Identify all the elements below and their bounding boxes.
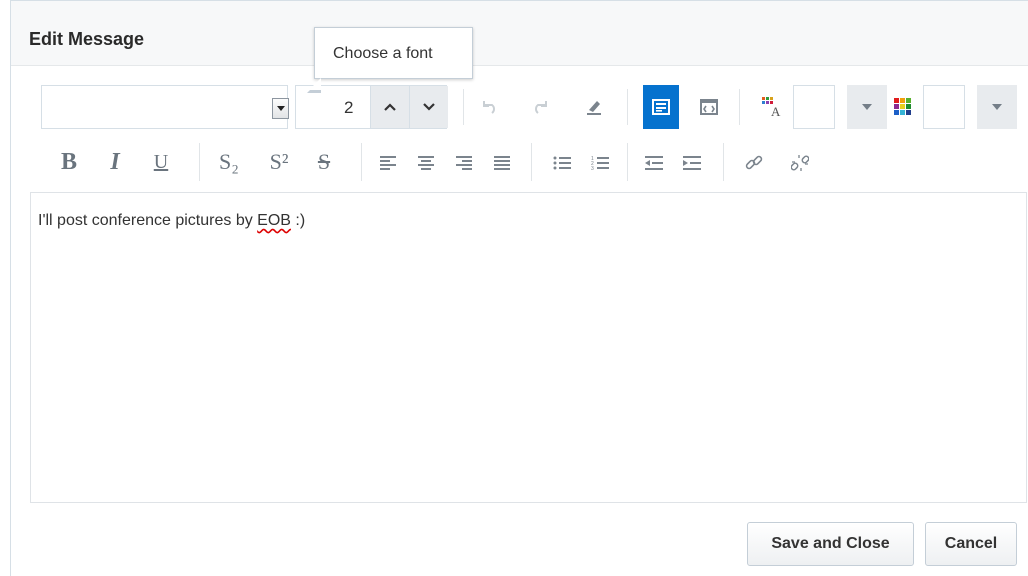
code-view-icon: [700, 99, 718, 115]
chevron-up-icon: [384, 103, 396, 111]
align-right-icon[interactable]: [451, 150, 477, 176]
align-center-icon[interactable]: [413, 150, 439, 176]
justify-icon[interactable]: [489, 150, 515, 176]
tooltip-text: Choose a font: [333, 45, 433, 62]
editor-toolbar-format: B I U S₂ S² S 1 2 3: [31, 141, 1021, 185]
font-family-select[interactable]: [41, 85, 289, 129]
align-left-icon[interactable]: [375, 150, 401, 176]
underline-button[interactable]: U: [147, 147, 175, 177]
text-color-swatch[interactable]: [793, 85, 835, 129]
superscript-button[interactable]: S²: [259, 147, 299, 177]
font-dropdown-button[interactable]: [272, 98, 289, 119]
strikethrough-button[interactable]: S: [309, 147, 339, 177]
subscript-button[interactable]: S₂: [209, 147, 249, 177]
indent-icon[interactable]: [679, 150, 705, 176]
italic-icon: I: [110, 148, 120, 175]
toolbar-divider: [627, 89, 628, 125]
undo-icon[interactable]: [477, 94, 503, 120]
cancel-button[interactable]: Cancel: [925, 522, 1017, 566]
dialog-header: Edit Message: [11, 1, 1028, 66]
edit-message-dialog: Edit Message Choose a font 2 A B I U S₂ …: [10, 0, 1028, 576]
background-color-swatch[interactable]: [923, 85, 965, 129]
toolbar-divider: [627, 143, 628, 181]
code-view-button[interactable]: [691, 85, 727, 129]
rich-text-mode-button[interactable]: [643, 85, 679, 129]
outdent-icon[interactable]: [641, 150, 667, 176]
font-tooltip: Choose a font: [307, 27, 473, 93]
numbered-list-icon[interactable]: 123: [587, 150, 613, 176]
superscript-icon: S²: [269, 149, 289, 174]
toolbar-divider: [463, 89, 464, 125]
redo-icon[interactable]: [527, 94, 553, 120]
strikethrough-icon: S: [317, 149, 331, 174]
text-color-dropdown[interactable]: [847, 85, 887, 129]
bold-button[interactable]: B: [55, 147, 83, 177]
font-size-value: 2: [344, 98, 354, 117]
message-text: I'll post conference pictures by EOB :): [38, 212, 305, 230]
link-icon[interactable]: [741, 150, 767, 176]
message-editor[interactable]: I'll post conference pictures by EOB :): [30, 192, 1027, 503]
subscript-icon: S₂: [219, 149, 239, 174]
save-and-close-button[interactable]: Save and Close: [747, 522, 914, 566]
bold-icon: B: [60, 148, 77, 175]
italic-button[interactable]: I: [101, 147, 129, 177]
chevron-down-icon: [423, 103, 435, 111]
text-color-icon[interactable]: A: [755, 85, 791, 129]
unlink-icon[interactable]: [787, 150, 813, 176]
underline-icon: U: [153, 150, 169, 173]
background-color-icon[interactable]: [887, 85, 919, 129]
font-size-decrease-button[interactable]: [409, 86, 448, 128]
clear-formatting-icon[interactable]: [581, 94, 607, 120]
bulleted-list-icon[interactable]: [549, 150, 575, 176]
toolbar-divider: [199, 143, 200, 181]
message-text-end: :): [290, 212, 306, 229]
message-text-start: I'll post conference pictures by: [38, 212, 258, 229]
svg-text:A: A: [771, 104, 781, 117]
background-color-dropdown[interactable]: [977, 85, 1017, 129]
toolbar-divider: [739, 89, 740, 125]
font-size-increase-button[interactable]: [370, 86, 409, 128]
rich-text-mode-icon: [652, 99, 670, 115]
dialog-title: Edit Message: [29, 29, 145, 49]
toolbar-divider: [531, 143, 532, 181]
toolbar-divider: [361, 143, 362, 181]
svg-text:3: 3: [591, 166, 594, 170]
misspelled-word[interactable]: EOB: [257, 212, 291, 229]
toolbar-divider: [723, 143, 724, 181]
editor-toolbar-top: 2 A: [31, 85, 1021, 131]
